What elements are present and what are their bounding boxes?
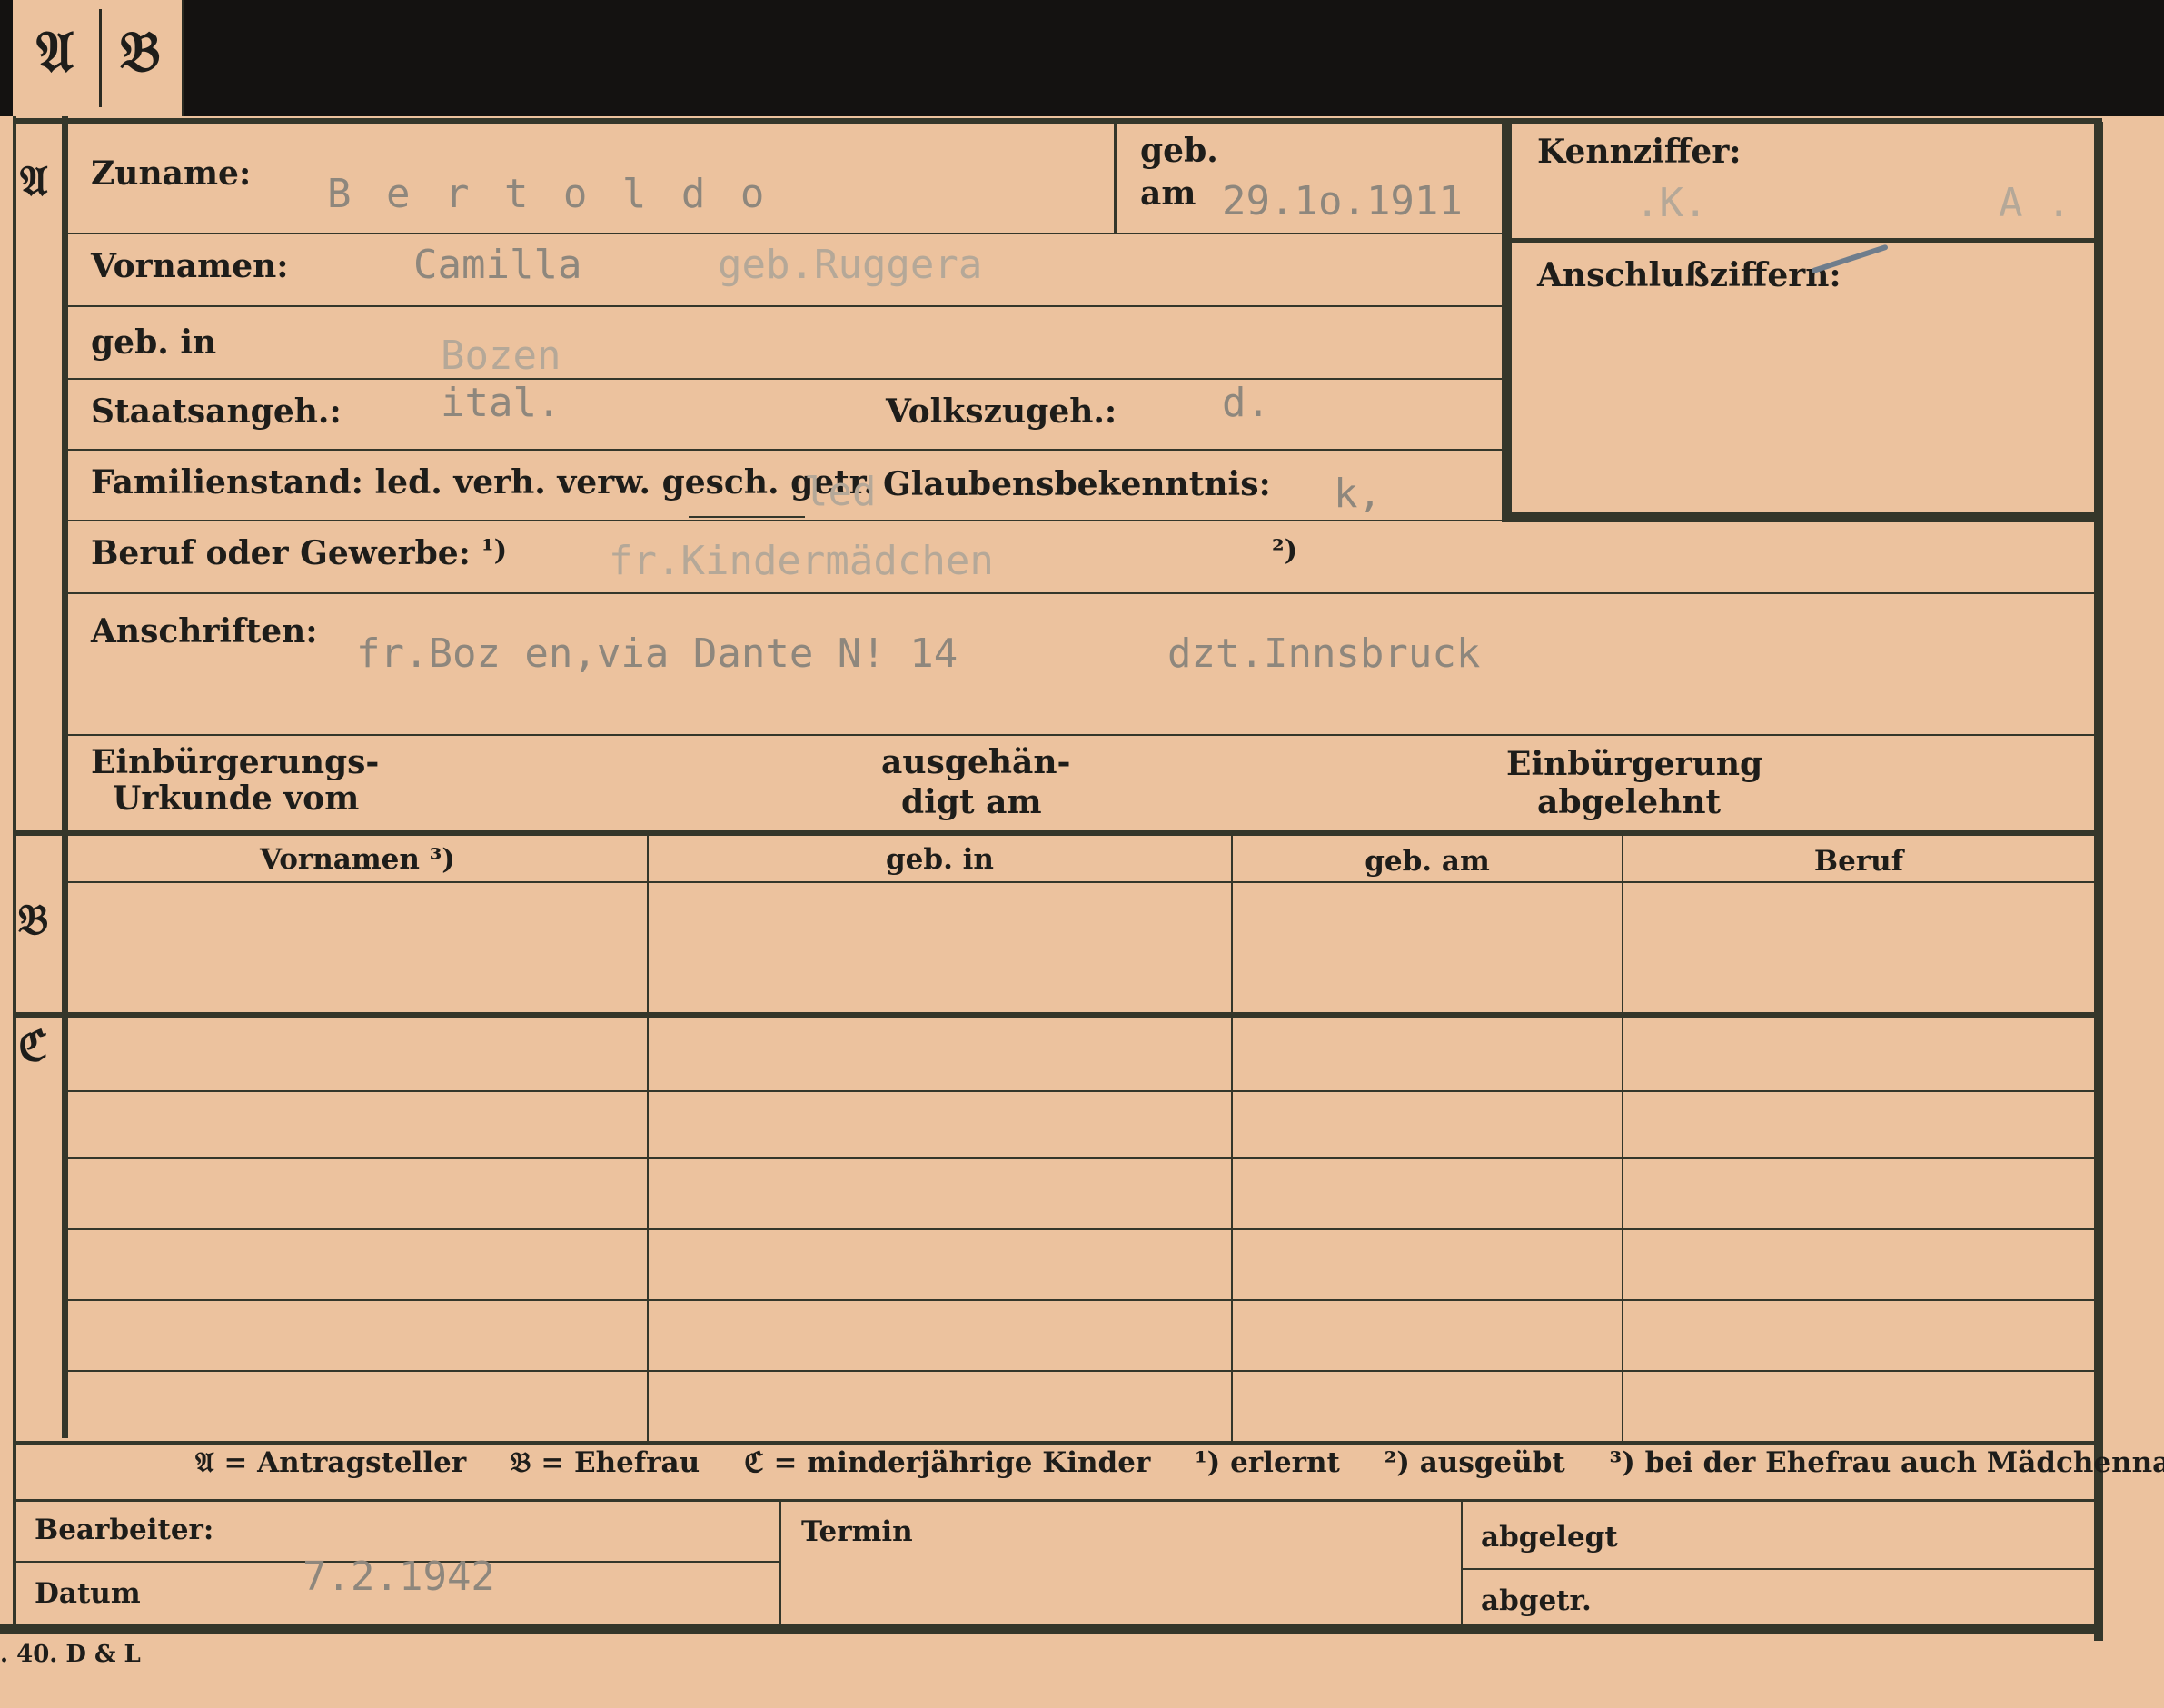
zuname-label: Zuname: [91, 154, 252, 193]
datum-label: Datum [35, 1577, 141, 1610]
table-col-divider [1231, 834, 1233, 1443]
kennziffer-box-bottom [1502, 512, 2094, 522]
bearbeiter-label: Bearbeiter: [35, 1514, 214, 1546]
section-bc-separator [13, 1012, 2102, 1018]
beruf-label: Beruf oder Gewerbe: [91, 534, 471, 572]
child-row-line [68, 1370, 2094, 1372]
einbuergerung-abgelehnt-label-2: abgelehnt [1537, 783, 1722, 821]
glaubensbekenntnis-value: k, [1334, 471, 1382, 517]
left-border [13, 116, 16, 1624]
row-line [68, 233, 1504, 234]
ausgehaendigt-label-1: ausgehän- [881, 743, 1071, 781]
legend-item: 𝔄 = Antragsteller [195, 1446, 467, 1479]
legend-item: ℭ = minderjährige Kinder [743, 1446, 1151, 1479]
termin-label: Termin [801, 1515, 913, 1548]
vornamen-label: Vornamen: [91, 247, 289, 285]
table-header-geb-in: geb. in [886, 843, 994, 876]
anschriften-label: Anschriften: [91, 612, 318, 650]
table-col-divider [1622, 834, 1623, 1443]
footer-divider [779, 1501, 781, 1624]
volkszugeh-value: d. [1222, 380, 1270, 426]
zuname-value: B e r t o l d o [327, 171, 770, 217]
vornamen-value: Camilla [413, 242, 582, 288]
child-row-line [68, 1299, 2094, 1301]
einbuergerung-abgelehnt-label-1: Einbürgerung [1506, 745, 1763, 783]
staatsangeh-value: ital. [441, 380, 561, 426]
kennziffer-label: Kennziffer: [1537, 133, 1742, 171]
einbuergerungs-urkunde-label-1: Einbürgerungs- [91, 743, 380, 781]
table-header-vornamen: Vornamen ³) [260, 843, 455, 876]
legend-top-line [13, 1441, 2102, 1445]
kennziffer-value-left: .K. [1635, 180, 1708, 226]
legend-bottom-line [13, 1499, 2102, 1502]
kennziffer-box-left [1502, 124, 1512, 521]
section-letter-a: 𝔄 [20, 156, 48, 205]
geb-in-label: geb. in [91, 323, 217, 362]
table-header-beruf: Beruf [1813, 845, 1904, 878]
child-row-line [68, 1228, 2094, 1230]
anschrift-value-2: dzt.Innsbruck [1167, 631, 1481, 677]
legend-item: ³) bei der Ehefrau auch Mädchenname [1609, 1446, 2164, 1479]
section-letter-b: 𝔅 [18, 895, 49, 944]
familienstand-underline [689, 516, 805, 518]
row-line [68, 734, 2094, 736]
card-tab: 𝔄 𝔅 [13, 0, 184, 116]
section-letter-c: ℭ [18, 1021, 48, 1070]
section-ab-separator [13, 830, 2102, 836]
abgetr-label: abgetr. [1481, 1584, 1592, 1617]
geb-in-value: Bozen [441, 333, 561, 379]
am-label: am [1140, 174, 1196, 213]
volkszugeh-label: Volkszugeh.: [886, 392, 1117, 431]
familienstand-value: led [804, 469, 877, 515]
kennziffer-box-mid [1508, 238, 2094, 243]
section-column-rule [62, 116, 68, 1438]
footer-row-line [1461, 1568, 2097, 1570]
kennziffer-value-right: A . [1999, 180, 2071, 226]
row-line [68, 378, 1504, 380]
datum-value: 7.2.1942 [303, 1554, 495, 1600]
geb-label: geb. [1140, 132, 1218, 170]
row-line [68, 305, 1504, 307]
abgelegt-label: abgelegt [1481, 1521, 1618, 1554]
ausgehaendigt-label-2: digt am [901, 783, 1042, 821]
geb-am-value: 29.1o.1911 [1222, 178, 1463, 224]
tab-letter-b: 𝔅 [120, 18, 161, 84]
table-header-geb-am: geb. am [1365, 845, 1490, 878]
child-row-line [68, 1157, 2094, 1159]
right-border [2094, 122, 2103, 1641]
child-row-line [68, 1090, 2094, 1092]
geb-am-divider [1114, 124, 1117, 233]
anschrift-value-1: fr.Boz en,via Dante N! 14 [356, 631, 958, 677]
beruf-value: fr.Kindermädchen [609, 538, 994, 584]
footer-divider [1461, 1501, 1463, 1624]
staatsangeh-label: Staatsangeh.: [91, 392, 342, 431]
einbuergerungs-urkunde-label-2: Urkunde vom [113, 780, 360, 818]
beruf-footnote-2: ²) [1272, 534, 1298, 567]
print-code: . 40. D & L [0, 1641, 141, 1668]
top-border [13, 118, 2102, 124]
familienstand-label: Familienstand: led. verh. verw. gesch. g… [91, 463, 875, 501]
row-line [68, 449, 1504, 451]
table-header-line [68, 881, 2094, 883]
row-line [68, 520, 1504, 521]
geb-name-value: geb.Ruggera [718, 242, 983, 288]
glaubensbekenntnis-label: Glaubensbekenntnis: [883, 465, 1271, 503]
bottom-border [0, 1624, 2103, 1634]
legend-item: ¹) erlernt [1195, 1446, 1340, 1479]
anschlussziffern-label: Anschlußziffern: [1537, 256, 1841, 294]
row-line [68, 592, 2094, 594]
table-col-divider [647, 834, 649, 1443]
legend: 𝔄 = Antragsteller 𝔅 = Ehefrau ℭ = minder… [195, 1446, 2164, 1480]
tab-divider [99, 9, 102, 107]
tab-letter-a: 𝔄 [36, 18, 74, 84]
legend-item: 𝔅 = Ehefrau [511, 1446, 700, 1479]
legend-item: ²) ausgeübt [1384, 1446, 1565, 1479]
beruf-footnote-1: ¹) [481, 534, 508, 567]
